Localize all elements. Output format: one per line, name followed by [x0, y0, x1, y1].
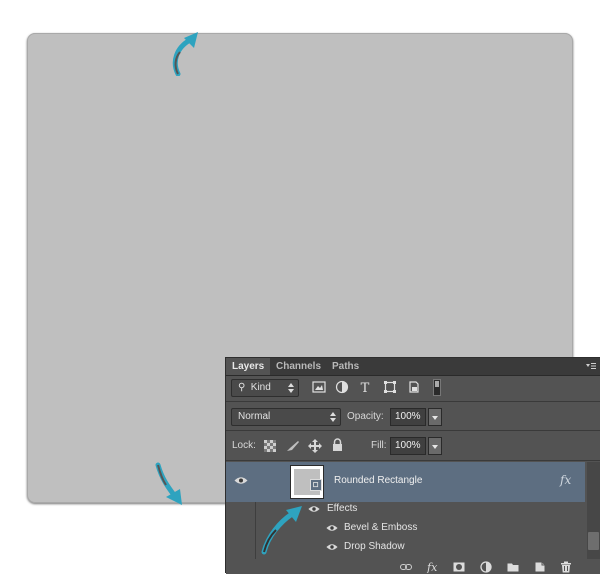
- blend-mode-value: Normal: [238, 411, 271, 422]
- smart-object-filter-icon[interactable]: [407, 380, 421, 394]
- panel-footer: fx: [226, 559, 600, 574]
- adjustment-filter-icon[interactable]: [335, 380, 349, 394]
- link-layers-icon[interactable]: [400, 561, 412, 573]
- scrollbar-thumb[interactable]: [588, 532, 599, 550]
- filter-kind-dropdown[interactable]: ⚲ Kind: [231, 379, 299, 397]
- lock-transparent-icon[interactable]: [264, 440, 276, 452]
- effects-label: Effects: [327, 503, 358, 514]
- eye-icon[interactable]: [234, 476, 248, 485]
- layer-fx-icon[interactable]: fx: [560, 473, 571, 487]
- panel-tab-bar: Layers Channels Paths: [226, 358, 600, 376]
- opacity-label: Opacity:: [347, 411, 384, 422]
- delete-layer-icon[interactable]: [560, 561, 572, 573]
- tab-paths[interactable]: Paths: [326, 358, 364, 375]
- drop-shadow-eye-icon[interactable]: [326, 543, 338, 551]
- svg-text:T: T: [361, 381, 370, 394]
- arrow-bottom-icon: [155, 462, 182, 505]
- arrow-effects-icon: [261, 506, 302, 555]
- fill-input[interactable]: 100%: [390, 437, 426, 455]
- adjustment-layer-icon[interactable]: [480, 561, 492, 573]
- shape-filter-icon[interactable]: [383, 380, 397, 394]
- arrow-top-icon: [172, 32, 198, 76]
- updown-arrows-icon: [330, 412, 336, 422]
- updown-arrows-icon: [288, 383, 294, 393]
- svg-text:fx: fx: [426, 561, 438, 573]
- layers-scrollbar[interactable]: [587, 462, 600, 559]
- layer-name[interactable]: Rounded Rectangle: [334, 475, 422, 486]
- effects-eye-icon[interactable]: [308, 505, 320, 513]
- lock-all-icon[interactable]: [332, 438, 343, 452]
- add-mask-icon[interactable]: [453, 561, 465, 573]
- panel-menu-icon[interactable]: [586, 361, 596, 371]
- blend-mode-dropdown[interactable]: Normal: [231, 408, 341, 426]
- bevel-emboss-eye-icon[interactable]: [326, 524, 338, 532]
- opacity-dropdown-button[interactable]: [428, 408, 442, 426]
- image-filter-icon[interactable]: [312, 380, 326, 394]
- fill-dropdown-button[interactable]: [428, 437, 442, 455]
- opacity-input[interactable]: 100%: [390, 408, 426, 426]
- lock-paint-icon[interactable]: [286, 440, 300, 452]
- new-layer-icon[interactable]: [534, 561, 546, 573]
- lock-position-icon[interactable]: [308, 439, 322, 453]
- tab-channels[interactable]: Channels: [270, 358, 326, 375]
- vector-mask-link-icon: [310, 479, 322, 491]
- effect-item-bevel-emboss[interactable]: Bevel & Emboss: [344, 522, 417, 533]
- filter-toggle-icon[interactable]: [433, 379, 441, 396]
- fx-icon[interactable]: fx: [426, 561, 442, 573]
- effect-item-drop-shadow[interactable]: Drop Shadow: [344, 541, 405, 552]
- search-icon: ⚲: [238, 382, 246, 393]
- tab-layers[interactable]: Layers: [226, 358, 270, 375]
- lock-label: Lock:: [232, 440, 256, 451]
- new-group-icon[interactable]: [507, 561, 519, 573]
- fill-label: Fill:: [371, 440, 387, 451]
- filter-kind-label: Kind: [250, 382, 271, 393]
- type-filter-icon[interactable]: T: [358, 380, 372, 394]
